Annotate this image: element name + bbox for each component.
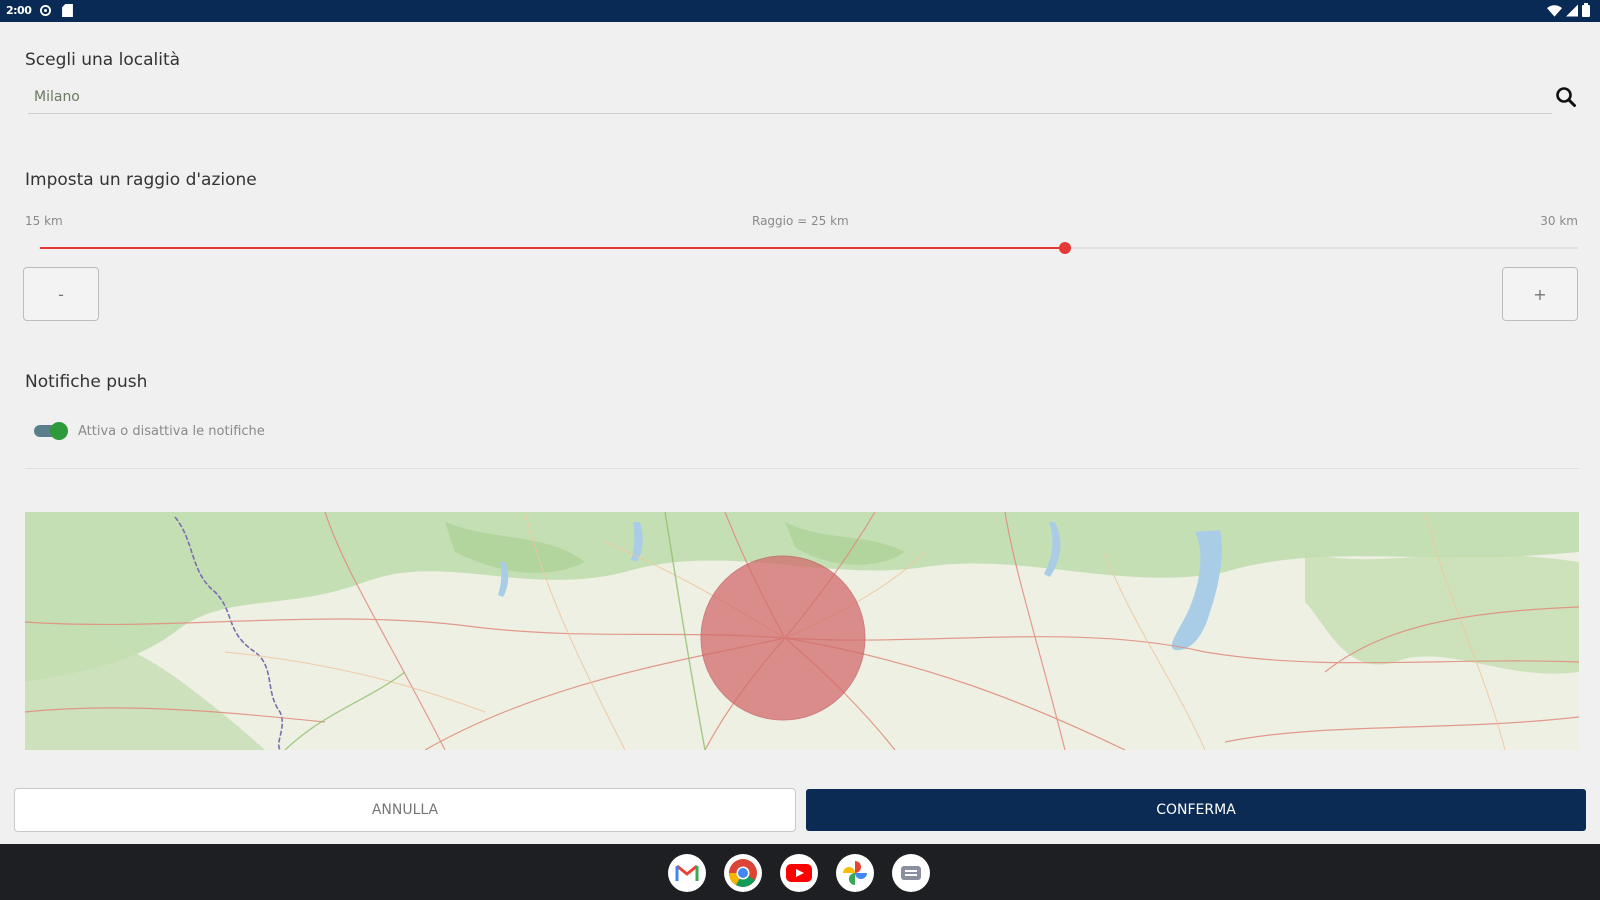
decrease-radius-button[interactable]: - <box>23 267 99 321</box>
status-bar: 2:00 <box>0 0 1600 22</box>
radius-slider[interactable] <box>40 242 1578 254</box>
sd-card-icon <box>62 4 73 17</box>
notifications-toggle[interactable] <box>34 422 68 440</box>
location-input[interactable] <box>28 80 1552 114</box>
section-divider <box>25 468 1579 469</box>
radius-max-label: 30 km <box>1540 214 1578 228</box>
photos-icon[interactable] <box>836 854 874 892</box>
radius-current-label: Raggio = 25 km <box>752 214 849 228</box>
radius-min-label: 15 km <box>25 214 63 228</box>
increase-radius-button[interactable]: + <box>1502 267 1578 321</box>
battery-icon <box>1582 3 1590 17</box>
radius-slider-thumb[interactable] <box>1059 242 1071 254</box>
confirm-button[interactable]: CONFERMA <box>806 789 1586 831</box>
chrome-icon[interactable] <box>724 854 762 892</box>
status-time: 2:00 <box>6 4 32 17</box>
status-right <box>1547 3 1590 17</box>
gmail-icon[interactable] <box>668 854 706 892</box>
app-dock <box>668 854 930 892</box>
radius-circle <box>700 555 866 721</box>
map-view[interactable] <box>25 512 1579 750</box>
location-title: Scegli una località <box>25 50 181 70</box>
radius-title: Imposta un raggio d'azione <box>25 170 257 190</box>
settings-status-icon <box>40 5 51 16</box>
signal-icon <box>1566 4 1578 16</box>
notifications-title: Notifiche push <box>25 372 148 392</box>
messages-icon[interactable] <box>892 854 930 892</box>
cancel-button[interactable]: ANNULLA <box>14 788 796 832</box>
radius-slider-fill <box>40 247 1065 249</box>
map-canvas <box>25 512 1579 750</box>
youtube-icon[interactable] <box>780 854 818 892</box>
search-icon[interactable] <box>1553 84 1579 110</box>
toggle-knob <box>50 422 68 440</box>
wifi-icon <box>1547 4 1562 17</box>
notifications-toggle-label: Attiva o disattiva le notifiche <box>78 424 265 439</box>
